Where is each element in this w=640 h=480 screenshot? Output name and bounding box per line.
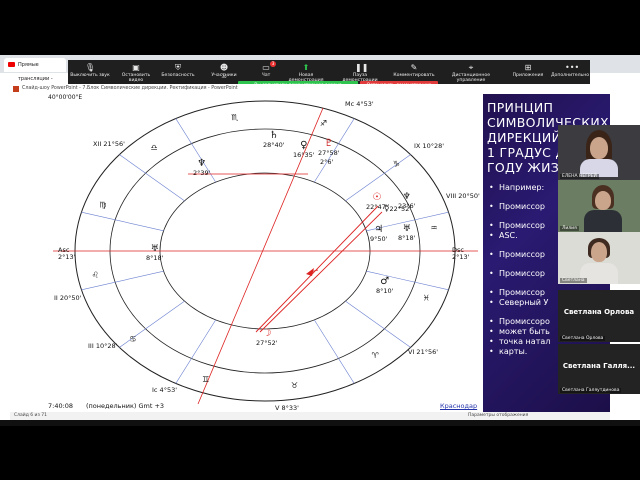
house-viii: VIII 20°50' — [446, 192, 480, 200]
house-cusp-line — [119, 154, 185, 202]
aspect-line-moon-sun — [255, 205, 379, 333]
chat-badge: 3 — [270, 61, 276, 67]
participant-video-tile[interactable]: ЕЛЕНА НЕГРЕЙ — [558, 125, 640, 180]
participant-name: Светлана Галяутдинова — [560, 388, 622, 393]
avatar-face — [590, 137, 608, 159]
slide: ♓ ♈ ♉ ♊ ♋ ♌ ♍ ♎ ♏ ♐ ♑ ♒ 40°00'00"E Mc 4°53' XII 21°… — [10, 94, 610, 412]
more-icon: ••• — [565, 63, 580, 72]
participant-video-tile[interactable]: Светлана Орлова Светлана Орлова — [558, 290, 640, 342]
remote-control-button[interactable]: ⌖ Дистанционное управление — [438, 61, 504, 83]
house-cusp-line — [314, 319, 355, 384]
zodiac-sign-glyph: ♋ — [129, 334, 136, 343]
youtube-icon — [8, 62, 15, 67]
zodiac-sign-glyph: ♈ — [372, 351, 379, 360]
shield-icon: ⛨ — [175, 63, 181, 72]
planet-uranus-2: ♅ 8°18' — [146, 244, 164, 262]
zodiac-sign-glyph: ♌ — [92, 271, 99, 280]
zodiac-sign-glyph: ♏ — [231, 113, 239, 122]
security-button[interactable]: ⛨ Безопасность — [156, 61, 200, 83]
bottom-letterbox — [0, 420, 640, 480]
house-xii: XII 21°56' — [93, 140, 125, 148]
participants-button[interactable]: ☻30 Участники — [202, 61, 246, 83]
planet-venus: ♀ 16°35' — [293, 140, 315, 159]
zodiac-sign-glyph: ♐ — [320, 119, 327, 128]
apps-button[interactable]: ⊞ Приложения — [506, 61, 550, 83]
house-cusp-line — [175, 319, 216, 384]
chart-date: (понедельник) Gmt +3 — [86, 402, 165, 410]
avatar-face — [595, 191, 611, 210]
pause-icon: ❚❚ — [355, 63, 369, 72]
display-settings-button[interactable]: Параметры отображения — [468, 412, 528, 420]
zodiac-sign-glyph: ♑ — [393, 160, 400, 169]
slide-counter: Слайд 6 из 71 — [14, 413, 48, 418]
zodiac-sign-glyph: ♎ — [150, 143, 157, 152]
remote-control-icon: ⌖ — [468, 63, 474, 72]
more-button[interactable]: ••• Дополнительно — [548, 61, 592, 83]
participant-name: Светлана Орлова — [560, 336, 606, 341]
house-cusp-line — [81, 211, 164, 232]
longitude-label: 40°00'00"E — [48, 94, 83, 101]
chat-button[interactable]: ▭ 3 Чат — [244, 61, 288, 83]
annotate-button[interactable]: ✎ Комментировать — [392, 61, 436, 83]
planet-saturn: ♄ 28°40' — [263, 130, 285, 149]
house-ii: II 20°50' — [54, 294, 82, 302]
chart-time: 7:40:08 — [48, 402, 74, 410]
share-screen-icon: ⬆ — [302, 63, 310, 72]
zodiac-sign-glyph: ♍ — [99, 200, 106, 209]
powerpoint-title-bar: Слайд-шоу PowerPoint - 7.Блок Символичес… — [10, 84, 570, 94]
apps-icon: ⊞ — [524, 63, 532, 72]
powerpoint-logo-icon — [13, 86, 19, 92]
house-vi: VI 21°56' — [408, 348, 439, 356]
planet-moon: ☽ 27°52' — [256, 328, 278, 347]
planet-pluto: ♇ 27°58' — [318, 138, 340, 157]
participant-name: Светлана — [560, 278, 587, 283]
zodiac-sign-glyph: ♓ — [423, 294, 430, 303]
house-v: V 8°33' — [275, 404, 299, 412]
participant-display-name: Светлана Галля... — [562, 362, 636, 370]
participant-name: ЕЛЕНА НЕГРЕЙ — [560, 174, 599, 179]
planet-uranus: ♅ 8°18' — [398, 224, 416, 242]
stop-video-button[interactable]: ▣ Остановить видео — [114, 61, 158, 83]
participant-name: Лилия — [560, 226, 579, 231]
participants-icon: ☻30 — [219, 63, 229, 79]
house-asc-degree: 2°13' — [58, 253, 76, 261]
house-dsc-degree: 2°13' — [452, 253, 470, 261]
house-mc: Mc 4°53' — [345, 100, 374, 108]
planet-mercury: ☿22°52' — [384, 204, 412, 214]
planet-mars: ♂ 8°10' — [376, 276, 394, 295]
house-iii: III 10°28' — [88, 342, 118, 350]
participant-video-tile[interactable]: Лилия — [558, 180, 640, 232]
participant-display-name: Светлана Орлова — [563, 308, 635, 316]
video-camera-icon: ▣ — [132, 63, 140, 72]
zodiac-sign-glyph: ♊ — [202, 375, 209, 384]
chart-place-link[interactable]: Краснодар — [440, 402, 477, 410]
mute-button[interactable]: 🎙 Выключить звук — [68, 61, 112, 83]
powerpoint-window-title: Слайд-шоу PowerPoint - 7.Блок Символичес… — [22, 86, 238, 91]
participant-video-tile[interactable]: Светлана Галля... Светлана Галяутдинова — [558, 344, 640, 394]
zodiac-signs: ♓ ♈ ♉ ♊ ♋ ♌ ♍ ♎ ♏ ♐ ♑ ♒ — [92, 113, 438, 390]
house-cusp-line — [345, 300, 411, 348]
natal-chart: ♓ ♈ ♉ ♊ ♋ ♌ ♍ ♎ ♏ ♐ ♑ ♒ 40°00'00"E Mc 4°53' XII 21°… — [48, 94, 488, 412]
pencil-icon: ✎ — [410, 63, 418, 72]
microphone-icon: 🎙 — [85, 63, 96, 72]
house-ic: Ic 4°53' — [152, 386, 178, 394]
pause-share-button[interactable]: ❚❚ Пауза демонстрации — [338, 61, 382, 83]
powerpoint-status-bar: Слайд 6 из 71 Параметры отображения — [10, 412, 610, 420]
planet-neptune: ♆ 2°39' — [193, 158, 211, 177]
taskbar — [0, 420, 640, 426]
browser-tab-title: Прямые трансляции - — [18, 62, 53, 82]
zodiac-sign-glyph: ♉ — [291, 381, 298, 390]
planet-jupiter: ♃ 9°50' — [370, 224, 388, 243]
participant-video-tile[interactable]: Светлана — [558, 232, 640, 284]
house-ix: IX 10°28' — [414, 142, 445, 150]
avatar-face — [591, 242, 607, 262]
planet-pluto-deg: 2°6' — [320, 158, 334, 166]
arrow-head — [306, 268, 314, 276]
new-share-button[interactable]: ⬆ Новая демонстрация — [284, 61, 328, 83]
zodiac-sign-glyph: ♒ — [430, 223, 437, 232]
browser-tab[interactable]: Прямые трансляции - — [4, 58, 66, 82]
